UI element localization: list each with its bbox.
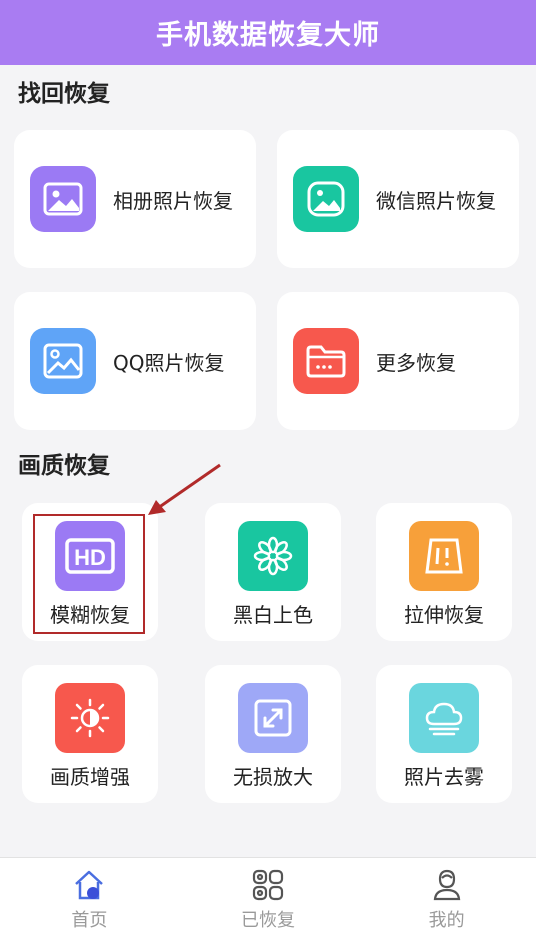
app-header: 手机数据恢复大师	[0, 0, 536, 65]
tool-card-colorize[interactable]: 黑白上色	[205, 503, 341, 641]
dehaze-icon	[409, 683, 479, 753]
qq-photo-icon	[30, 328, 96, 394]
brightness-icon	[55, 683, 125, 753]
tool-card-stretch[interactable]: 拉伸恢复	[376, 503, 512, 641]
recover-card-gallery[interactable]: 相册照片恢复	[14, 130, 256, 268]
profile-icon	[430, 868, 464, 902]
recover-card-wechat[interactable]: 微信照片恢复	[277, 130, 519, 268]
tab-recovered[interactable]: 已恢复	[179, 858, 358, 938]
recover-card-label: 相册照片恢复	[113, 188, 233, 213]
section-title-quality: 画质恢复	[18, 453, 110, 479]
tab-home[interactable]: 首页	[0, 858, 179, 938]
annotation-arrow	[148, 463, 221, 515]
wechat-photo-icon	[293, 166, 359, 232]
recover-card-qq[interactable]: QQ照片恢复	[14, 292, 256, 430]
gallery-icon	[30, 166, 96, 232]
tool-card-enlarge[interactable]: 无损放大	[205, 665, 341, 803]
tab-label: 已恢复	[241, 910, 295, 931]
home-icon	[72, 868, 106, 902]
color-flower-icon	[238, 521, 308, 591]
tool-card-label: 黑白上色	[233, 603, 313, 627]
tool-card-label: 拉伸恢复	[404, 603, 484, 627]
tab-label: 我的	[428, 910, 465, 931]
section-title-recover: 找回恢复	[18, 81, 110, 107]
tool-card-enhance[interactable]: 画质增强	[22, 665, 158, 803]
recover-card-label: 微信照片恢复	[376, 188, 496, 213]
tab-profile[interactable]: 我的	[357, 858, 536, 938]
recover-card-label: QQ照片恢复	[113, 350, 225, 375]
recover-card-more[interactable]: 更多恢复	[277, 292, 519, 430]
tool-card-dehaze[interactable]: 照片去雾	[376, 665, 512, 803]
tool-card-label: 无损放大	[233, 765, 313, 789]
app-title: 手机数据恢复大师	[156, 20, 380, 51]
recover-card-label: 更多恢复	[376, 350, 456, 375]
bottom-tab-bar: 首页 已恢复 我的	[0, 857, 536, 938]
recovered-icon	[251, 868, 285, 902]
stretch-icon	[409, 521, 479, 591]
folder-icon	[293, 328, 359, 394]
tool-card-label: 照片去雾	[404, 765, 484, 789]
highlight-box	[33, 514, 145, 634]
tool-card-label: 画质增强	[50, 765, 130, 789]
tab-label: 首页	[71, 910, 108, 931]
enlarge-icon	[238, 683, 308, 753]
